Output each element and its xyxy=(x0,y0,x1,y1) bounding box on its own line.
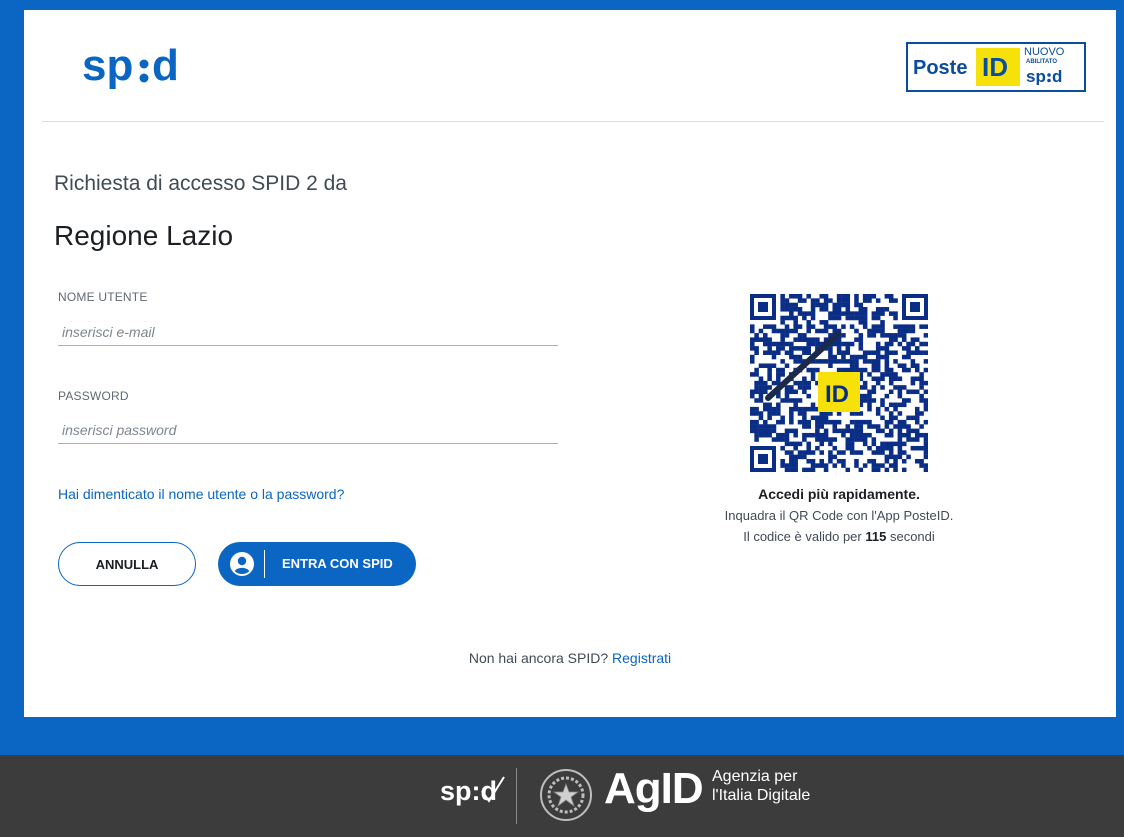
password-input[interactable] xyxy=(58,416,558,444)
username-input[interactable] xyxy=(58,318,558,346)
register-link[interactable]: Registrati xyxy=(612,650,671,666)
header: sp d Poste ID NUOVO ABILITATO sp d xyxy=(24,10,1116,122)
request-label: Richiesta di accesso SPID 2 da xyxy=(54,172,347,195)
italian-republic-emblem-icon xyxy=(540,769,592,821)
login-button-label: ENTRA CON SPID xyxy=(282,556,393,571)
qr-instruction: Inquadra il QR Code con l'App PosteID. xyxy=(724,508,954,523)
svg-text:sp: sp xyxy=(82,41,133,90)
mini-spid-logo: sp d xyxy=(1026,67,1062,85)
abilitato-label: ABILITATO xyxy=(1026,59,1057,65)
svg-text:d: d xyxy=(1052,67,1062,85)
qr-countdown: 115 xyxy=(865,529,887,544)
agency-name: Agenzia per l'Italia Digitale xyxy=(712,768,811,804)
qr-validity: Il codice è valido per 115 secondi xyxy=(743,529,935,544)
posteid-badge: Poste ID NUOVO ABILITATO sp d xyxy=(906,42,1086,92)
svg-text:sp: sp xyxy=(1026,67,1046,85)
header-divider xyxy=(42,121,1104,122)
poste-label: Poste xyxy=(913,57,968,79)
user-icon xyxy=(230,552,254,576)
svg-text:d: d xyxy=(152,41,179,90)
nuovo-label: NUOVO xyxy=(1024,46,1065,58)
agid-logo: AgID xyxy=(604,764,704,813)
button-divider xyxy=(264,550,265,578)
login-button[interactable]: ENTRA CON SPID xyxy=(218,542,416,586)
username-label: NOME UTENTE xyxy=(58,290,148,304)
footer-divider xyxy=(516,768,517,824)
login-card: sp d Poste ID NUOVO ABILITATO sp d Richi… xyxy=(24,10,1116,717)
qr-title: Accedi più rapidamente. xyxy=(758,486,920,502)
top-bar xyxy=(0,0,1124,10)
register-prompt: Non hai ancora SPID? Registrati xyxy=(468,650,672,666)
password-label: PASSWORD xyxy=(58,389,129,403)
check-icon xyxy=(481,776,505,803)
organization-name: Regione Lazio xyxy=(54,220,234,251)
qr-code: ID xyxy=(750,294,928,472)
cancel-button[interactable]: ANNULLA xyxy=(58,542,196,586)
forgot-credentials-link[interactable]: Hai dimenticato il nome utente o la pass… xyxy=(58,486,344,502)
svg-text:ID: ID xyxy=(825,381,849,408)
footer: sp:d AgID Agenzia per l'Italia Digitale xyxy=(0,755,1124,837)
spid-logo: sp d xyxy=(82,41,179,90)
id-badge: ID xyxy=(976,48,1020,86)
